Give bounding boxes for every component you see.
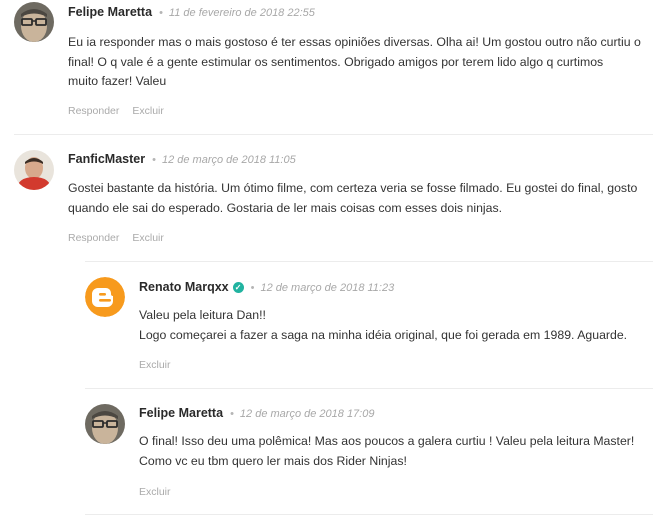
user-avatar[interactable] bbox=[85, 404, 125, 444]
user-avatar[interactable] bbox=[14, 2, 54, 42]
comment-text-line: Logo começarei a fazer a saga na minha i… bbox=[139, 327, 628, 342]
verified-check-icon: ✓ bbox=[232, 282, 244, 293]
delete-button[interactable]: Excluir bbox=[132, 105, 164, 117]
comment-divider bbox=[85, 514, 653, 515]
comment-text-line: Eu ia responder mas o mais gostoso é ter… bbox=[68, 35, 641, 49]
delete-button[interactable]: Excluir bbox=[139, 359, 171, 371]
comment-date[interactable]: 12 de março de 2018 17:09 bbox=[240, 408, 375, 420]
comment-text-line: Gostei bastante da história. Um ótimo fi… bbox=[68, 181, 638, 195]
comment-body: Valeu pela leitura Dan!! Logo começarei … bbox=[139, 306, 653, 345]
comment-divider bbox=[85, 261, 653, 262]
comment-text-line: final! O q vale é a gente estimular os s… bbox=[68, 54, 604, 69]
reply-button[interactable]: Responder bbox=[68, 105, 119, 117]
comment-date[interactable]: 11 de fevereiro de 2018 22:55 bbox=[169, 7, 315, 19]
comment-text-line: muito fazer! Valeu bbox=[68, 74, 167, 88]
comment-text-line: Valeu pela leitura Dan!! bbox=[139, 308, 266, 322]
comment-author[interactable]: Felipe Maretta bbox=[139, 406, 223, 420]
comment-date[interactable]: 12 de março de 2018 11:23 bbox=[260, 282, 394, 294]
delete-button[interactable]: Excluir bbox=[139, 486, 171, 498]
user-avatar[interactable] bbox=[14, 150, 54, 190]
comment-text-line: O final! Isso deu uma polêmica! Mas aos … bbox=[139, 434, 635, 448]
user-photo-icon bbox=[14, 150, 54, 190]
comment-author[interactable]: FanficMaster bbox=[68, 152, 145, 166]
comment-author[interactable]: Felipe Maretta bbox=[68, 5, 152, 19]
comment-body: Gostei bastante da história. Um ótimo fi… bbox=[68, 179, 653, 218]
comment-body: Eu ia responder mas o mais gostoso é ter… bbox=[68, 33, 653, 92]
comment-text-line: quando ele sai do esperado. Gostaria de … bbox=[68, 200, 503, 215]
comment-divider bbox=[85, 388, 653, 389]
comment-text-line: Como vc eu tbm quero ler mais dos Rider … bbox=[139, 453, 407, 468]
comment-divider bbox=[14, 134, 653, 135]
reply-button[interactable]: Responder bbox=[68, 232, 119, 244]
blogger-icon bbox=[85, 277, 125, 317]
comment-author[interactable]: Renato Marqxx bbox=[139, 280, 229, 294]
user-photo-icon bbox=[85, 404, 125, 444]
user-photo-icon bbox=[14, 2, 54, 42]
comment-date[interactable]: 12 de março de 2018 11:05 bbox=[162, 154, 296, 166]
comment-body: O final! Isso deu uma polêmica! Mas aos … bbox=[139, 432, 653, 471]
user-avatar[interactable] bbox=[85, 277, 125, 317]
delete-button[interactable]: Excluir bbox=[132, 232, 164, 244]
